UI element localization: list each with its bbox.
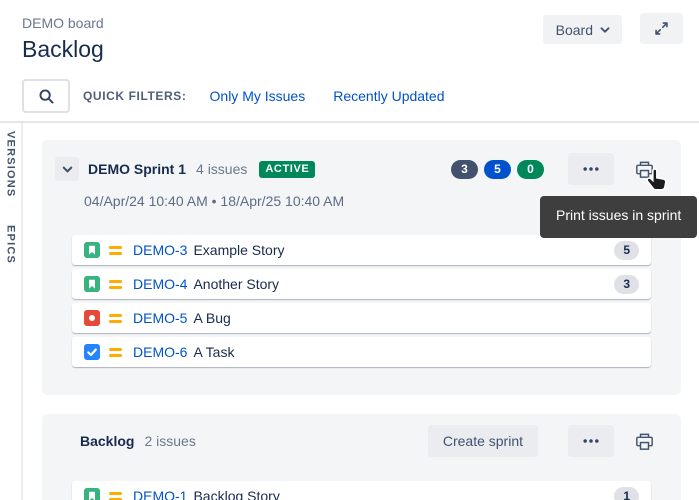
- chevron-down-icon: [60, 162, 75, 177]
- rail-tab-versions[interactable]: VERSIONS: [5, 131, 17, 197]
- filter-only-my-issues[interactable]: Only My Issues: [210, 88, 306, 104]
- board-view-dropdown[interactable]: Board: [543, 15, 622, 44]
- issue-row[interactable]: DEMO-4 Another Story 3: [72, 269, 651, 299]
- estimate-badge: 1: [614, 487, 639, 500]
- tooltip-print-issues-in-sprint: Print issues in sprint: [540, 196, 697, 238]
- issue-key-link[interactable]: DEMO-3: [133, 242, 187, 258]
- issue-summary: A Task: [193, 344, 234, 360]
- issue-row[interactable]: DEMO-6 A Task: [72, 337, 651, 367]
- issue-summary: Backlog Story: [193, 488, 279, 500]
- backlog-name: Backlog: [80, 433, 134, 449]
- backlog-more-button[interactable]: [568, 425, 614, 457]
- sprint-more-button[interactable]: [568, 153, 614, 185]
- issue-key-link[interactable]: DEMO-4: [133, 276, 187, 292]
- priority-medium-icon: [109, 314, 122, 323]
- page-header: DEMO board Backlog Board QUICK FILTERS: …: [0, 0, 699, 122]
- search-icon: [38, 88, 55, 105]
- filter-recently-updated[interactable]: Recently Updated: [333, 88, 444, 104]
- priority-medium-icon: [109, 246, 122, 255]
- sprint-status-badge: ACTIVE: [259, 161, 315, 178]
- sprint-name: DEMO Sprint 1: [88, 161, 186, 177]
- expand-icon: [654, 21, 669, 36]
- backlog-content: DEMO Sprint 1 4 issues ACTIVE 3 5 0: [42, 140, 681, 500]
- issue-summary: Example Story: [193, 242, 284, 258]
- backlog-issue-count: 2 issues: [144, 433, 195, 449]
- story-icon: [84, 276, 100, 292]
- priority-medium-icon: [109, 280, 122, 289]
- page-title: Backlog: [22, 36, 104, 63]
- fullscreen-button[interactable]: [640, 13, 683, 44]
- quick-filters-label: QUICK FILTERS:: [83, 89, 187, 103]
- estimate-badge-in-progress: 5: [484, 160, 511, 179]
- filter-bar: QUICK FILTERS: Only My Issues Recently U…: [22, 79, 445, 113]
- ellipsis-icon: [581, 159, 601, 179]
- issue-row[interactable]: DEMO-1 Backlog Story 1: [72, 481, 651, 500]
- printer-icon: [634, 431, 655, 452]
- left-rail: VERSIONS EPICS: [0, 123, 23, 500]
- issue-key-link[interactable]: DEMO-1: [133, 488, 187, 500]
- estimate-badge: 5: [614, 241, 639, 260]
- backlog-section: Backlog 2 issues Create sprint: [42, 414, 681, 500]
- issue-summary: Another Story: [193, 276, 279, 292]
- breadcrumb[interactable]: DEMO board: [22, 15, 104, 31]
- issue-row[interactable]: DEMO-3 Example Story 5: [72, 235, 651, 265]
- estimate-badge-todo: 3: [451, 160, 478, 179]
- issue-key-link[interactable]: DEMO-5: [133, 310, 187, 326]
- print-sprint-button[interactable]: [631, 156, 657, 182]
- task-icon: [84, 344, 100, 360]
- collapse-sprint-button[interactable]: [55, 157, 79, 181]
- priority-medium-icon: [109, 492, 122, 500]
- header-divider: [0, 121, 699, 123]
- story-icon: [84, 488, 100, 500]
- chevron-down-icon: [598, 23, 612, 37]
- issue-row[interactable]: DEMO-5 A Bug: [72, 303, 651, 333]
- create-sprint-button[interactable]: Create sprint: [428, 425, 538, 457]
- story-icon: [84, 242, 100, 258]
- estimate-badge-done: 0: [517, 160, 544, 179]
- sprint-issue-list: DEMO-3 Example Story 5 DEMO-4 Another St…: [72, 235, 651, 367]
- issue-summary: A Bug: [193, 310, 230, 326]
- ellipsis-icon: [581, 431, 601, 451]
- rail-tab-epics[interactable]: EPICS: [5, 225, 17, 264]
- sprint-issue-count: 4 issues: [196, 161, 247, 177]
- bug-icon: [84, 310, 100, 326]
- backlog-header: Backlog 2 issues Create sprint: [42, 425, 681, 457]
- backlog-issue-list: DEMO-1 Backlog Story 1: [72, 481, 651, 500]
- sprint-header: DEMO Sprint 1 4 issues ACTIVE 3 5 0: [42, 154, 681, 184]
- sprint-section: DEMO Sprint 1 4 issues ACTIVE 3 5 0: [42, 140, 681, 395]
- board-view-dropdown-label: Board: [556, 22, 593, 38]
- estimate-badge: 3: [614, 275, 639, 294]
- print-backlog-button[interactable]: [631, 428, 657, 454]
- printer-icon: [634, 159, 655, 180]
- search-button[interactable]: [22, 79, 70, 113]
- issue-key-link[interactable]: DEMO-6: [133, 344, 187, 360]
- priority-medium-icon: [109, 348, 122, 357]
